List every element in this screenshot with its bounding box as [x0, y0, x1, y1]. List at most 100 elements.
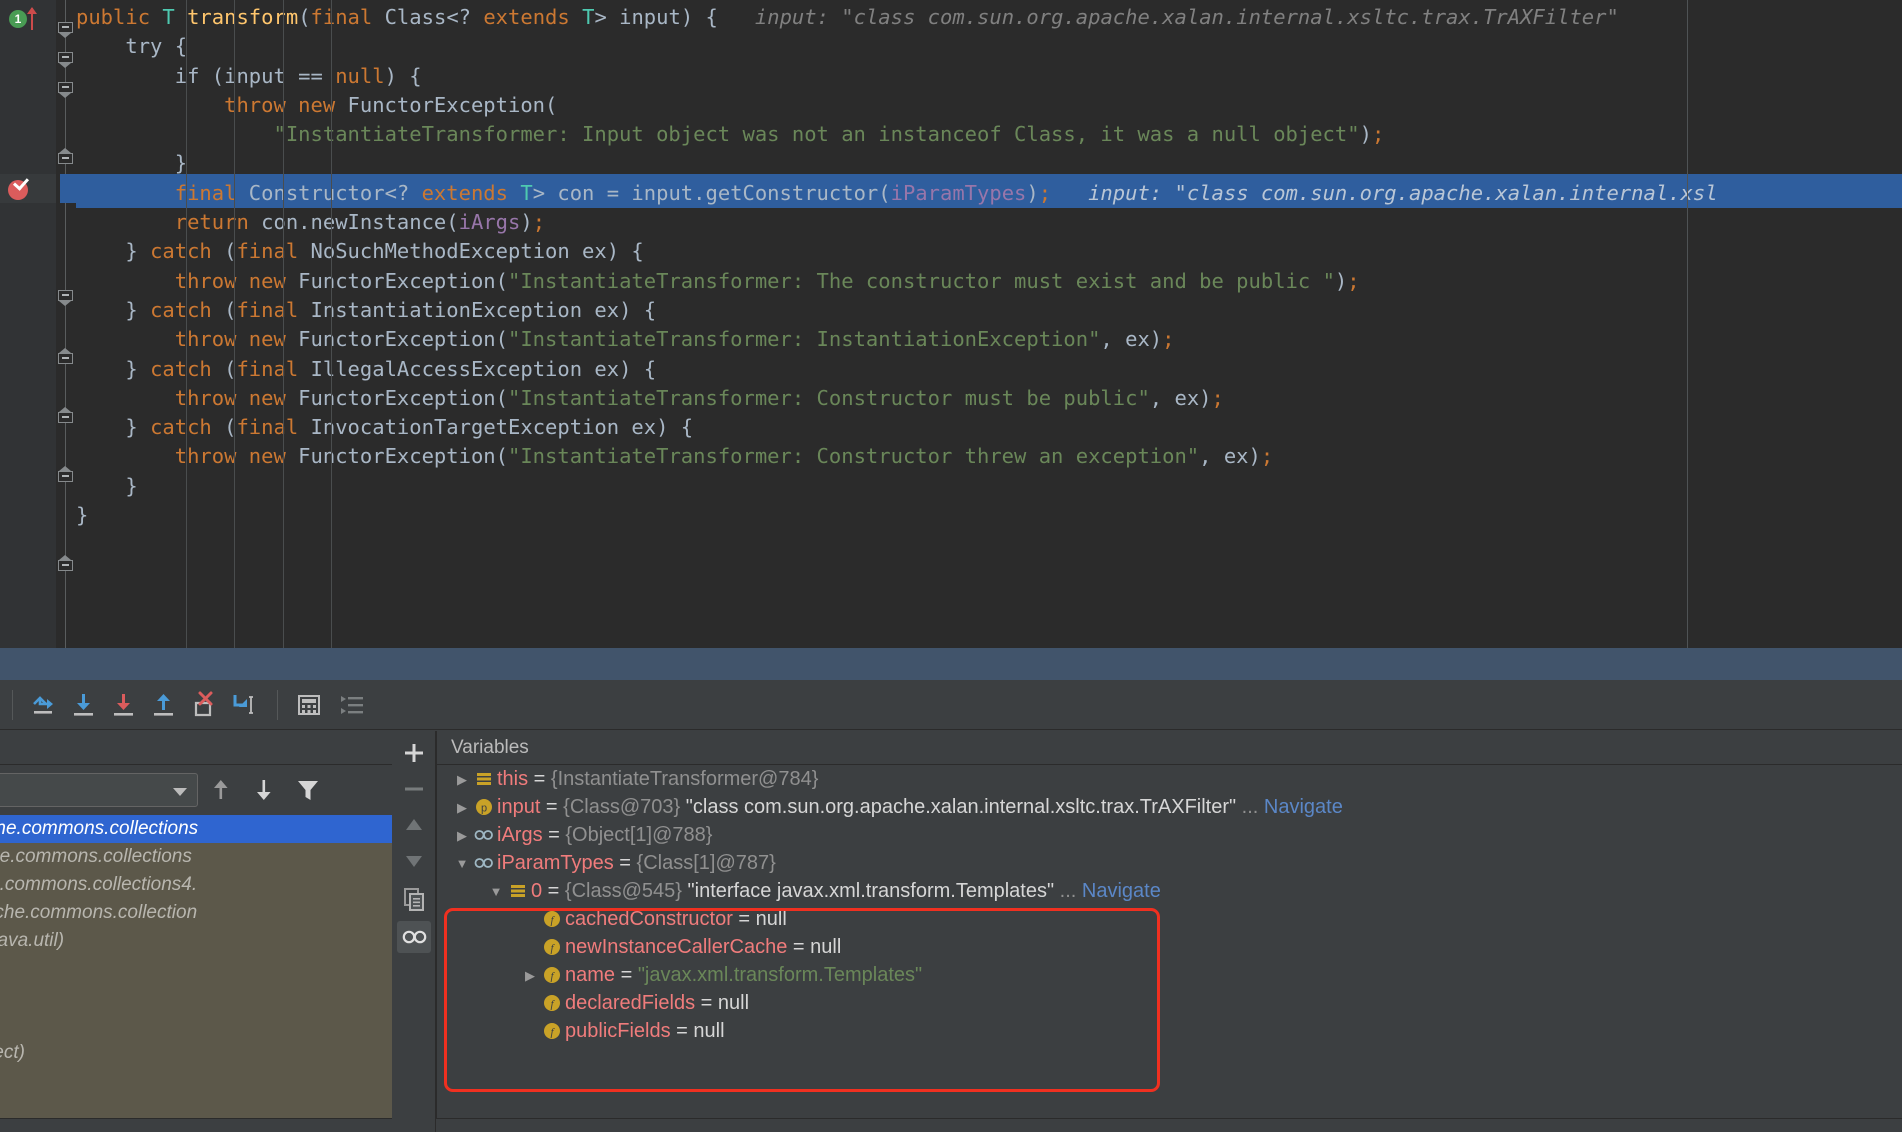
variables-tree[interactable]: ▶ this = {InstantiateTransformer@784} ▶ p i…: [437, 765, 1902, 1132]
code-line[interactable]: }: [76, 472, 1902, 501]
toolbar-separator: [277, 690, 278, 720]
variable-value: "class com.sun.org.apache.xalan.internal…: [685, 796, 1237, 818]
variable-row[interactable]: f declaredFields = null: [437, 989, 1902, 1017]
run-method-gutter-icon[interactable]: 1: [9, 7, 49, 30]
editor-gutter[interactable]: [0, 0, 60, 648]
navigate-link[interactable]: Navigate: [1082, 880, 1161, 902]
right-margin-guide: [1687, 0, 1688, 648]
toggle-watches-button[interactable]: [397, 921, 431, 953]
variable-type: {Class@703}: [563, 796, 686, 818]
add-watch-button[interactable]: [397, 737, 431, 769]
field-icon: f: [541, 993, 565, 1013]
code-line[interactable]: try {: [76, 32, 1902, 61]
debug-tool-window[interactable]: ": RUNNING ransformer (or: [0, 648, 1902, 1132]
chevron-right-icon[interactable]: ▶: [451, 766, 473, 794]
code-token: ): [1334, 268, 1348, 293]
variable-row[interactable]: ▼ 0 = {Class@545} "interface javax.xml.tr…: [437, 877, 1902, 905]
indent-guide: [186, 0, 187, 648]
code-line[interactable]: throw new FunctorException("InstantiateT…: [76, 267, 1902, 296]
chevron-right-icon[interactable]: ▶: [451, 794, 473, 822]
code-token: transform: [187, 5, 299, 29]
parameter-icon: p: [473, 797, 497, 817]
fold-marker[interactable]: [58, 466, 74, 482]
chevron-right-icon[interactable]: ▶: [451, 822, 473, 850]
variable-row[interactable]: f newInstanceCallerCache = null: [437, 933, 1902, 961]
code-line[interactable]: throw new FunctorException("InstantiateT…: [76, 384, 1902, 413]
frame-down-button[interactable]: [248, 775, 280, 805]
frame-up-button[interactable]: [205, 775, 237, 805]
copy-value-button[interactable]: [397, 883, 431, 915]
variable-name: iParamTypes: [497, 852, 614, 874]
variable-type: {Object[1]@788}: [565, 824, 713, 846]
breakpoint-icon[interactable]: [8, 174, 30, 200]
debugger-stepping-toolbar[interactable]: [0, 680, 1902, 730]
run-to-cursor-button[interactable]: [227, 688, 261, 722]
code-folding-rail[interactable]: [56, 0, 76, 648]
code-token: , ex): [1149, 385, 1212, 410]
code-editor[interactable]: 1 public T transform(final Class<? exten…: [0, 0, 1902, 648]
code-line[interactable]: return con.newInstance(iArgs);: [76, 208, 1902, 237]
code-line[interactable]: } catch (final InstantiationException ex…: [76, 296, 1902, 325]
fold-marker[interactable]: [58, 407, 74, 423]
code-line[interactable]: if (input == null) {: [76, 62, 1902, 91]
code-token: "InstantiateTransformer: InstantiationEx…: [508, 327, 1101, 352]
fold-marker[interactable]: [58, 290, 74, 306]
code-line[interactable]: }: [76, 501, 1902, 530]
variable-row[interactable]: ▶ p input = {Class@703} "class com.sun.org…: [437, 793, 1902, 821]
code-token: con.newInstance(: [261, 210, 459, 235]
variable-row[interactable]: ▶ this = {InstantiateTransformer@784}: [437, 765, 1902, 793]
code-line[interactable]: throw new FunctorException(: [76, 91, 1902, 120]
variable-row[interactable]: ▶ f name = "javax.xml.transform.Templates": [437, 961, 1902, 989]
chevron-right-icon[interactable]: ▶: [519, 962, 541, 990]
variables-side-toolbar[interactable]: [392, 731, 436, 1132]
navigate-link[interactable]: Navigate: [1264, 796, 1343, 818]
thread-selector-dropdown[interactable]: ": RUNNING: [0, 773, 198, 807]
code-line[interactable]: }: [76, 149, 1902, 178]
drop-frame-button[interactable]: [187, 688, 221, 722]
code-line[interactable]: public T transform(final Class<? extends…: [76, 3, 1902, 32]
fold-marker[interactable]: [58, 82, 74, 98]
variable-equals: =: [695, 992, 718, 1014]
show-execution-point-button[interactable]: [336, 688, 370, 722]
code-line[interactable]: "InstantiateTransformer: Input object wa…: [76, 120, 1902, 149]
fold-marker[interactable]: [58, 555, 74, 571]
code-line[interactable]: } catch (final IllegalAccessException ex…: [76, 355, 1902, 384]
code-token: T: [162, 5, 188, 29]
force-step-into-button[interactable]: [107, 688, 141, 722]
frames-filter-button[interactable]: [292, 775, 324, 805]
variable-row[interactable]: ▼ iParamTypes = {Class[1]@787}: [437, 849, 1902, 877]
code-line[interactable]: throw new FunctorException("InstantiateT…: [76, 442, 1902, 471]
evaluate-expression-button[interactable]: [292, 688, 326, 722]
move-watch-up-button[interactable]: [397, 809, 431, 841]
step-over-button[interactable]: [27, 688, 61, 722]
fold-marker[interactable]: [58, 22, 74, 38]
variables-pane[interactable]: Variables ▶ this = {InstantiateTransforme…: [436, 731, 1902, 1132]
fold-marker[interactable]: [58, 148, 74, 164]
remove-watch-button[interactable]: [397, 773, 431, 805]
variable-equals: =: [528, 768, 551, 790]
chevron-down-icon[interactable]: ▼: [485, 878, 507, 906]
code-token: public: [76, 5, 163, 29]
code-line[interactable]: } catch (final InvocationTargetException…: [76, 413, 1902, 442]
variable-row[interactable]: f cachedConstructor = null: [437, 905, 1902, 933]
code-token: extends: [421, 180, 521, 205]
code-token: }: [76, 415, 151, 440]
variable-type: {InstantiateTransformer@784}: [550, 768, 819, 790]
variable-row[interactable]: ▶ iArgs = {Object[1]@788}: [437, 821, 1902, 849]
code-line[interactable]: throw new FunctorException("InstantiateT…: [76, 325, 1902, 354]
code-token: catch: [150, 415, 225, 440]
step-out-button[interactable]: [147, 688, 181, 722]
move-watch-down-button[interactable]: [397, 845, 431, 877]
code-token: final: [310, 5, 385, 29]
fold-marker[interactable]: [58, 348, 74, 364]
chevron-down-icon[interactable]: ▼: [451, 850, 473, 878]
code-token: "InstantiateTransformer: Constructor thr…: [508, 444, 1200, 469]
step-into-button[interactable]: [67, 688, 101, 722]
code-line[interactable]: } catch (final NoSuchMethodException ex)…: [76, 237, 1902, 266]
fold-marker[interactable]: [58, 52, 74, 68]
variable-name: newInstanceCallerCache: [565, 936, 788, 958]
code-text-area[interactable]: public T transform(final Class<? extends…: [76, 0, 1902, 648]
variable-row[interactable]: f publicFields = null: [437, 1017, 1902, 1045]
code-line[interactable]: final Constructor<? extends T> con = inp…: [76, 178, 1902, 209]
